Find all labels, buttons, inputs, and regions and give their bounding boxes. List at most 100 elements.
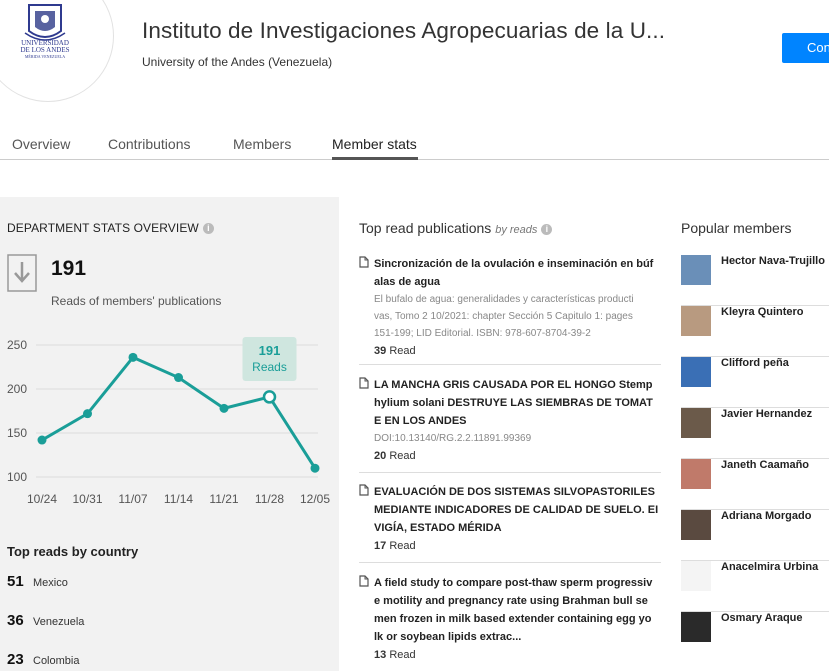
publication-meta: 151-199; LID Editorial. ISBN: 978-607-87…	[374, 328, 591, 339]
reads-word: Read	[389, 649, 416, 661]
member-row[interactable]: Hector Nava-Trujillo	[681, 255, 829, 306]
country-name: Mexico	[33, 577, 68, 589]
member-name[interactable]: Javier Hernandez	[721, 408, 812, 420]
member-row[interactable]: Clifford peña	[681, 357, 829, 408]
tooltip-value: 191	[259, 343, 281, 358]
data-point	[310, 463, 320, 473]
member-name[interactable]: Clifford peña	[721, 357, 789, 369]
reads-word: Read	[389, 450, 416, 462]
publication-title-line[interactable]: LA MANCHA GRIS CAUSADA POR EL HONGO Stem…	[374, 376, 661, 394]
connect-button[interactable]: Connect	[782, 33, 829, 63]
country-row: 23 Colombia	[7, 651, 79, 669]
publication-title-line[interactable]: men frozen in milk based extender contai…	[374, 610, 661, 628]
publication-item: A field study to compare post-thaw sperm…	[359, 574, 661, 670]
institution-subtitle[interactable]: University of the Andes (Venezuela)	[142, 55, 332, 69]
member-name[interactable]: Anacelmira Urbina	[721, 561, 818, 573]
document-icon	[359, 377, 369, 389]
data-point	[219, 403, 229, 413]
member-avatar[interactable]	[681, 255, 711, 285]
member-row[interactable]: Adriana Morgado	[681, 510, 829, 561]
reads-count: 39	[374, 345, 387, 357]
tab-member-stats[interactable]: Member stats	[332, 136, 417, 152]
publication-title-line[interactable]: lk or soybean lipids extrac...	[374, 628, 661, 646]
data-point	[174, 373, 183, 383]
publication-title-line[interactable]: EVALUACIÓN DE DOS SISTEMAS SILVOPASTORIL…	[374, 483, 661, 501]
member-row[interactable]: Kleyra Quintero	[681, 306, 829, 357]
document-icon	[359, 256, 369, 268]
publication-title-line[interactable]: e motility and pregnancy rate using Brah…	[374, 592, 661, 610]
member-name[interactable]: Janeth Caamaño	[721, 459, 809, 471]
x-tick-label: 11/07	[118, 492, 147, 506]
reads-count: 17	[374, 540, 387, 552]
document-icon	[359, 575, 369, 587]
department-stats-panel: DEPARTMENT STATS OVERVIEW i 191 Reads of …	[0, 197, 339, 671]
data-point	[83, 409, 92, 419]
reads-count: 20	[374, 450, 387, 462]
publication-title-line[interactable]: A field study to compare post-thaw sperm…	[374, 574, 661, 592]
university-crest-icon: UNIVERSIDAD DE LOS ANDES MÉRIDA VENEZUEL…	[20, 4, 70, 59]
y-tick-label: 150	[7, 426, 27, 440]
member-avatar[interactable]	[681, 408, 711, 438]
member-name[interactable]: Kleyra Quintero	[721, 306, 804, 318]
tab-members[interactable]: Members	[233, 136, 291, 152]
publication-meta: DOI:10.13140/RG.2.2.11891.99369	[374, 433, 532, 444]
country-row: 36 Venezuela	[7, 612, 84, 630]
member-name[interactable]: Hector Nava-Trujillo	[721, 255, 825, 267]
total-reads-label: Reads of members' publications	[51, 294, 222, 308]
publication-reads: 20 Read	[374, 447, 661, 465]
publication-title-line[interactable]: VIGÍA, ESTADO MÉRIDA	[374, 519, 661, 537]
reads-count: 13	[374, 649, 387, 661]
member-row[interactable]: Anacelmira Urbina	[681, 561, 829, 612]
highlighted-data-point	[262, 390, 277, 404]
country-heading: Top reads by country	[7, 544, 139, 559]
info-icon[interactable]: i	[202, 223, 214, 235]
document-icon	[359, 484, 369, 496]
member-avatar[interactable]	[681, 561, 711, 591]
y-tick-label: 200	[7, 382, 27, 396]
tab-contributions[interactable]: Contributions	[108, 136, 191, 152]
x-tick-label: 12/05	[300, 492, 330, 506]
data-point	[37, 435, 47, 445]
institution-title[interactable]: Instituto de Investigaciones Agropecuari…	[142, 18, 665, 44]
member-avatar[interactable]	[681, 306, 711, 336]
publication-title-line[interactable]: hylium solani DESTRUYE LAS SIEMBRAS DE T…	[374, 394, 661, 412]
info-icon[interactable]: i	[541, 223, 553, 235]
member-name[interactable]: Adriana Morgado	[721, 510, 811, 522]
member-row[interactable]: Javier Hernandez	[681, 408, 829, 459]
member-avatar[interactable]	[681, 612, 711, 642]
x-tick-label: 11/14	[164, 492, 193, 506]
reads-word: Read	[389, 345, 416, 357]
active-tab-indicator	[332, 157, 418, 160]
publication-reads: 13 Read	[374, 646, 661, 664]
x-tick-label: 10/31	[72, 492, 102, 506]
x-tick-label: 11/28	[255, 492, 284, 506]
publication-title-line[interactable]: alas de agua	[374, 273, 661, 291]
publication-meta: El bufalo de agua: generalidades y carac…	[374, 294, 634, 305]
logo-line: DE LOS ANDES	[20, 46, 69, 54]
publication-meta: vas, Tomo 2 10/2021: chapter Sección 5 C…	[374, 311, 633, 322]
country-row: 51 Mexico	[7, 573, 68, 591]
member-avatar[interactable]	[681, 459, 711, 489]
tab-overview[interactable]: Overview	[12, 136, 70, 152]
publication-title-line[interactable]: E EN LOS ANDES	[374, 412, 661, 430]
data-point	[128, 352, 138, 362]
country-count: 51	[7, 573, 24, 590]
y-tick-label: 100	[7, 470, 27, 484]
publication-title-line[interactable]: MEDIANTE INDICADORES DE CALIDAD DE SUELO…	[374, 501, 661, 519]
publication-item: Sincronización de la ovulación e insemin…	[359, 255, 661, 365]
country-name: Venezuela	[33, 616, 85, 628]
x-tick-label: 11/21	[209, 492, 238, 506]
stats-heading: DEPARTMENT STATS OVERVIEW i	[7, 221, 214, 235]
member-name[interactable]: Osmary Araque	[721, 612, 803, 624]
top-publications-title: Top read publications	[359, 220, 492, 236]
publication-title-line[interactable]: Sincronización de la ovulación e insemin…	[374, 255, 661, 273]
member-avatar[interactable]	[681, 357, 711, 387]
member-avatar[interactable]	[681, 510, 711, 540]
total-reads-count: 191	[51, 257, 87, 280]
tooltip-label: Reads	[252, 360, 287, 374]
country-count: 23	[7, 651, 24, 668]
member-row[interactable]: Osmary Araque	[681, 612, 829, 663]
member-row[interactable]: Janeth Caamaño	[681, 459, 829, 510]
stats-heading-text: DEPARTMENT STATS OVERVIEW	[7, 221, 199, 235]
y-tick-label: 250	[7, 338, 27, 352]
